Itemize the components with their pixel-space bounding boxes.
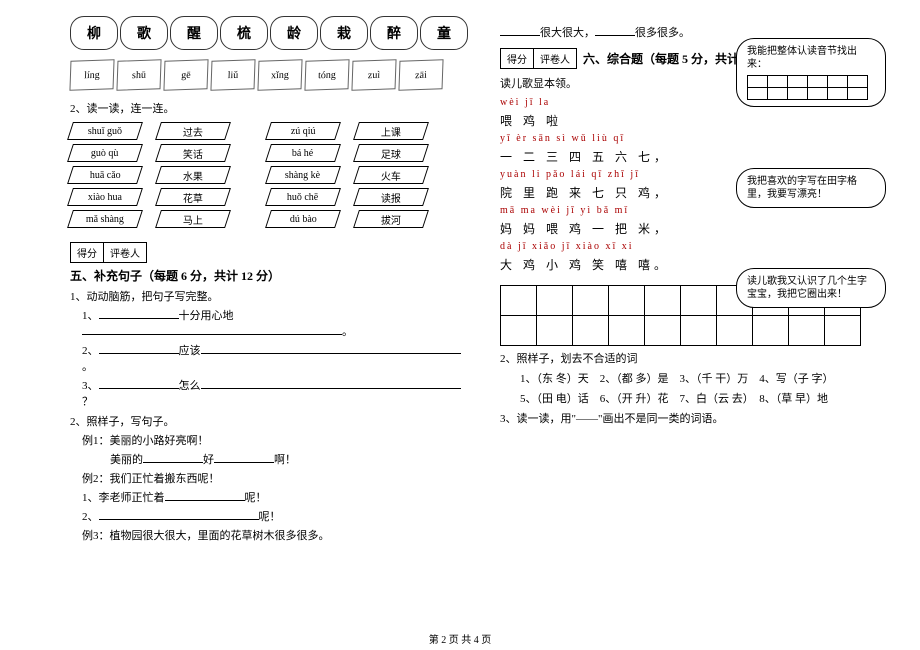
- rhyme-pinyin: dà jī xiǎo jī xiào xī xi: [500, 241, 700, 252]
- speech-bubble-1: 我能把整体认读音节找出来：: [736, 38, 886, 107]
- match-pinyin: huǒ chē: [265, 188, 341, 206]
- rhyme-cn: 大 鸡 小 鸡 笑 嘻 嘻。: [500, 256, 700, 273]
- match-pinyin: xiào hua: [67, 188, 143, 206]
- score-label: 得分: [71, 243, 104, 262]
- match-cn: 花草: [155, 188, 231, 206]
- cloud-char: 童: [420, 16, 468, 50]
- cloud-char: 歌: [120, 16, 168, 50]
- speech-bubble-3: 读儿歌我又认识了几个生字宝宝，我把它圈出来！: [736, 268, 886, 308]
- rhyme-pinyin: wèi jī la: [500, 97, 700, 108]
- sec6-q2: 2、照样子，划去不合适的词: [500, 350, 880, 366]
- cloud-char: 柳: [70, 16, 118, 50]
- rhyme-pinyin: yuàn li pǎo lái qī zhī jī: [500, 169, 700, 180]
- fill-line: 1、十分用心地。: [82, 307, 470, 339]
- score-label: 得分: [501, 49, 534, 68]
- leaf-pinyin: zuì: [351, 59, 396, 91]
- match-cn: 拔河: [353, 210, 429, 228]
- rhyme-pinyin: mā ma wèi jī yì bǎ mǐ: [500, 205, 700, 216]
- match-pinyin: mǎ shàng: [67, 210, 143, 228]
- sec5-q2: 2、照样子，写句子。: [70, 413, 470, 429]
- match-cn: 马上: [155, 210, 231, 228]
- cloud-char: 龄: [270, 16, 318, 50]
- sec6-q2-items2: 5、（田 电）话 6、（开 升）花 7、白（云 去） 8、（草 早）地: [520, 390, 880, 406]
- sec6-q3: 3、读一读，用"——"画出不是同一类的词语。: [500, 410, 880, 426]
- mini-grid: [747, 75, 868, 100]
- match-pinyin: bá hé: [265, 144, 341, 162]
- q2-label: 2、读一读，连一连。: [70, 100, 470, 116]
- fill-line: 3、怎么？: [82, 377, 470, 409]
- match-cn: 火车: [353, 166, 429, 184]
- match-pinyin: guò qù: [67, 144, 143, 162]
- leaf-pinyin: zāi: [398, 59, 443, 91]
- cloud-char: 梳: [220, 16, 268, 50]
- leaf-pinyin: gē: [163, 59, 208, 91]
- match-cn: 笑话: [155, 144, 231, 162]
- match-cn: 上课: [353, 122, 429, 140]
- sec5-q1: 1、动动脑筋，把句子写完整。: [70, 288, 470, 304]
- match-cn: 水果: [155, 166, 231, 184]
- match-pinyin: shuǐ guǒ: [67, 122, 143, 140]
- cloud-char: 醒: [170, 16, 218, 50]
- leaf-pinyin: tóng: [304, 59, 349, 91]
- fill-line: 1、李老师正忙着呢！: [82, 489, 470, 505]
- match-cn: 读报: [353, 188, 429, 206]
- fill-line: 2、应该。: [82, 342, 470, 374]
- rhyme-cn: 院 里 跑 来 七 只 鸡，: [500, 184, 700, 201]
- match-cn: 足球: [353, 144, 429, 162]
- fill-line: 2、呢！: [82, 508, 470, 524]
- leaf-pinyin: shū: [116, 59, 161, 91]
- matching-exercise: shuǐ guǒ guò qù huā cǎo xiào hua mǎ shàn…: [70, 122, 470, 228]
- leaf-pinyin: liǔ: [210, 59, 255, 91]
- cloud-row: 柳 歌 醒 梳 龄 栽 醉 童: [70, 16, 468, 50]
- section-5-title: 五、补充句子（每题 6 分，共计 12 分）: [70, 267, 470, 284]
- rhyme-block: wèi jī la 喂 鸡 啦 yī èr sān sì wǔ liù qī 一…: [500, 97, 700, 273]
- grader-label: 评卷人: [534, 49, 576, 68]
- match-pinyin: dú bào: [265, 210, 341, 228]
- cloud-char: 栽: [320, 16, 368, 50]
- score-box-left: 得分 评卷人: [70, 242, 470, 263]
- rhyme-cn: 一 二 三 四 五 六 七，: [500, 148, 700, 165]
- leaf-row: líng shū gē liǔ xǐng tóng zuì zāi: [70, 60, 470, 90]
- sec6-q2-items: 1、（东 冬）天 2、（都 多）是 3、（千 干）万 4、写（子 字）: [520, 370, 880, 386]
- rhyme-cn: 喂 鸡 啦: [500, 112, 700, 129]
- leaf-pinyin: líng: [69, 59, 114, 91]
- leaf-pinyin: xǐng: [257, 59, 302, 91]
- example-1a: 例1：美丽的小路好亮啊！: [82, 432, 470, 448]
- match-pinyin: zú qiú: [265, 122, 341, 140]
- example-3: 例3：植物园很大很大，里面的花草树木很多很多。: [82, 527, 470, 543]
- match-pinyin: shàng kè: [265, 166, 341, 184]
- cloud-char: 醉: [370, 16, 418, 50]
- page-footer: 第 2 页 共 4 页: [0, 631, 920, 646]
- match-cn: 过去: [155, 122, 231, 140]
- speech-bubble-2: 我把喜欢的字写在田字格里，我要写漂亮！: [736, 168, 886, 208]
- rhyme-cn: 妈 妈 喂 鸡 一 把 米，: [500, 220, 700, 237]
- grader-label: 评卷人: [104, 243, 146, 262]
- rhyme-pinyin: yī èr sān sì wǔ liù qī: [500, 133, 700, 144]
- example-1b: 美丽的好啊！: [110, 451, 470, 467]
- match-pinyin: huā cǎo: [67, 166, 143, 184]
- example-2: 例2：我们正忙着搬东西呢！: [82, 470, 470, 486]
